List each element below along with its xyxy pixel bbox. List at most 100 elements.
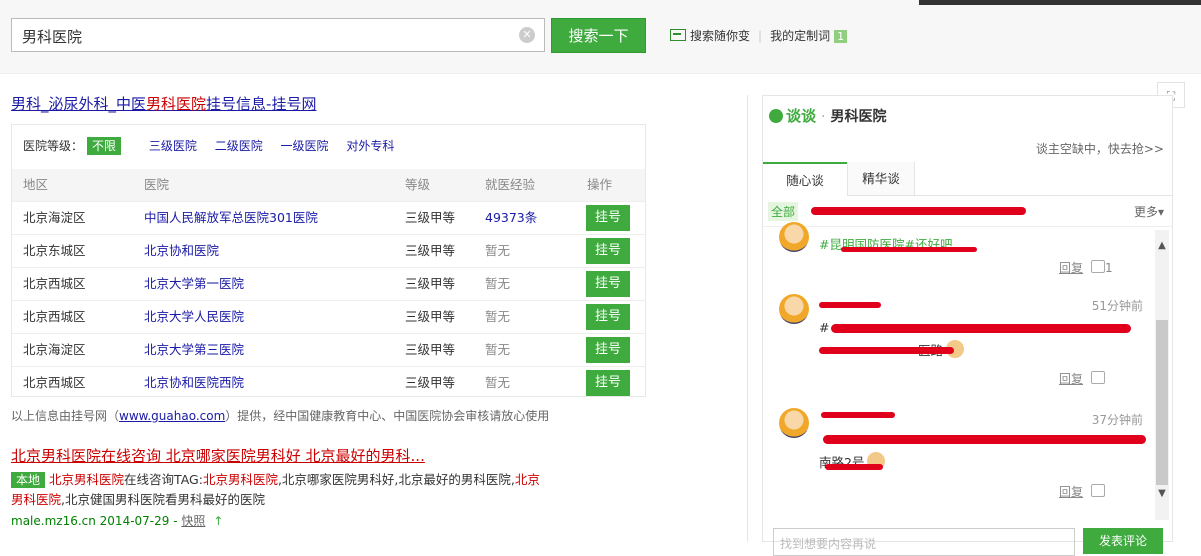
- col-area: 地区: [23, 177, 49, 192]
- post-actions: 回复: [1059, 370, 1106, 387]
- redaction-mark: [831, 324, 1131, 333]
- register-button[interactable]: 挂号: [586, 271, 630, 297]
- reply-link[interactable]: 回复: [1059, 485, 1083, 499]
- post-actions: 回复: [1059, 483, 1106, 500]
- comment-input[interactable]: 找到想要内容再说: [773, 528, 1075, 556]
- tab-casual[interactable]: 随心谈: [763, 162, 847, 196]
- more-dropdown[interactable]: 更多▾: [1134, 203, 1164, 220]
- register-button[interactable]: 挂号: [586, 238, 630, 264]
- panel-tabs: 随心谈 精华谈: [763, 162, 1172, 196]
- snippet-text: ,北京哪家医院男科好,北京最好的男科医院,: [277, 472, 515, 487]
- col-exp: 就医经验: [485, 177, 536, 192]
- panel-brand: 谈谈: [786, 107, 817, 125]
- row-area: 北京西城区: [23, 309, 86, 324]
- top-edge-bar: [919, 0, 1201, 5]
- register-button[interactable]: 挂号: [586, 370, 630, 396]
- panel-topic: 男科医院: [830, 109, 887, 125]
- avatar: [779, 408, 809, 438]
- row-hospital[interactable]: 北京大学人民医院: [144, 301, 244, 333]
- row-grade: 三级甲等: [405, 210, 456, 225]
- row-hospital[interactable]: 北京大学第一医院: [144, 268, 244, 300]
- col-op: 操作: [587, 177, 613, 192]
- result2-meta: male.mz16.cn 2014-07-29 - 快照 ↑: [11, 512, 223, 529]
- redaction-mark: [819, 347, 954, 354]
- host-link[interactable]: 谈主空缺中，快去抢>>: [1036, 140, 1164, 157]
- level-special[interactable]: 对外专科: [346, 139, 394, 153]
- reply-link[interactable]: 回复: [1059, 261, 1083, 275]
- note-pre: 以上信息由挂号网（: [11, 409, 120, 423]
- row-area: 北京西城区: [23, 375, 86, 390]
- level-all[interactable]: 不限: [87, 137, 122, 155]
- level-filter: 医院等级： 不限 三级医院 二级医院 一级医院 对外专科: [23, 137, 408, 155]
- row-hospital[interactable]: 中国人民解放军总医院301医院: [144, 202, 318, 234]
- row-hospital[interactable]: 北京大学第三医院: [144, 334, 244, 366]
- snippet-hl: 北京男科医院: [202, 472, 278, 487]
- result1-title-post: 挂号信息-挂号网: [206, 95, 317, 113]
- row-grade: 三级甲等: [405, 342, 456, 357]
- scrollbar[interactable]: ▲ ▼: [1155, 230, 1169, 520]
- post-comment-button[interactable]: 发表评论: [1083, 528, 1163, 554]
- row-exp[interactable]: 49373条: [485, 202, 537, 234]
- scroll-up-icon[interactable]: ▲: [1155, 240, 1169, 254]
- filter-all[interactable]: 全部: [768, 202, 799, 221]
- post-item: 37分钟前 南路2号 回复: [763, 408, 1153, 508]
- level-2[interactable]: 二级医院: [215, 139, 263, 153]
- kw-link[interactable]: 搜索随你变: [690, 29, 750, 43]
- guahao-link[interactable]: www.guahao.com: [119, 409, 225, 423]
- thumbs-up-icon[interactable]: [1091, 260, 1106, 273]
- top-links: 搜索随你变 | 我的定制词 1: [670, 27, 848, 44]
- result2-title[interactable]: 北京男科医院在线咨询 北京哪家医院男科好 北京最好的男科...: [11, 445, 425, 466]
- result1-title-hl: 男科医院: [146, 95, 207, 113]
- row-hospital[interactable]: 北京协和医院西院: [144, 367, 244, 399]
- register-button[interactable]: 挂号: [586, 205, 630, 231]
- table-row: 北京海淀区 北京大学第三医院 三级甲等 暂无 挂号: [12, 333, 645, 367]
- up-arrow-icon[interactable]: ↑: [213, 514, 223, 528]
- table-row: 北京西城区 北京大学第一医院 三级甲等 暂无 挂号: [12, 267, 645, 301]
- row-area: 北京西城区: [23, 276, 86, 291]
- post-item: #昆明国防医院#还好吧 回复 1: [763, 222, 1153, 279]
- reply-link[interactable]: 回复: [1059, 372, 1083, 386]
- scroll-thumb[interactable]: [1156, 320, 1168, 485]
- result2-snippet: 本地 北京男科医院在线咨询TAG:北京男科医院,北京哪家医院男科好,北京最好的男科…: [11, 470, 551, 510]
- avatar: [779, 222, 809, 252]
- search-box[interactable]: ✕: [11, 18, 545, 52]
- filter-row: 全部 更多▾: [763, 196, 1172, 227]
- search-button[interactable]: 搜索一下: [551, 18, 646, 53]
- snapshot-link[interactable]: 快照: [181, 514, 205, 528]
- row-grade: 三级甲等: [405, 276, 456, 291]
- post-time: 51分钟前: [1091, 299, 1143, 313]
- snippet-hl: 北京男科医院: [49, 472, 125, 487]
- table-row: 北京西城区 北京大学人民医院 三级甲等 暂无 挂号: [12, 300, 645, 334]
- table-row: 北京海淀区 中国人民解放军总医院301医院 三级甲等 49373条 挂号: [12, 201, 645, 235]
- table-row: 北京东城区 北京协和医院 三级甲等 暂无 挂号: [12, 234, 645, 268]
- level-label: 医院等级：: [23, 139, 84, 153]
- register-button[interactable]: 挂号: [586, 337, 630, 363]
- tab-featured[interactable]: 精华谈: [847, 162, 915, 195]
- level-1[interactable]: 一级医院: [281, 139, 329, 153]
- talk-panel: 谈谈 · 男科医院 谈主空缺中，快去抢>> 随心谈 精华谈 全部 更多▾ #昆明国防…: [762, 95, 1173, 556]
- panel-dot: ·: [821, 109, 826, 125]
- level-3[interactable]: 三级医院: [149, 139, 197, 153]
- row-area: 北京海淀区: [23, 210, 86, 225]
- result1-title-pre: 男科_泌尿外科_中医: [11, 95, 147, 113]
- col-grade: 等级: [405, 177, 431, 192]
- snippet-text: 在线咨询TAG:: [124, 472, 203, 487]
- redaction-mark: [821, 412, 895, 418]
- custom-words-link[interactable]: 我的定制词: [770, 29, 830, 43]
- scroll-down-icon[interactable]: ▼: [1155, 488, 1169, 502]
- row-hospital[interactable]: 北京协和医院: [144, 235, 219, 267]
- thumbs-up-icon[interactable]: [1091, 484, 1106, 497]
- thumbs-up-icon[interactable]: [1091, 371, 1106, 384]
- talk-icon: [769, 109, 783, 123]
- result1-title[interactable]: 男科_泌尿外科_中医男科医院挂号信息-挂号网: [11, 93, 316, 114]
- table-row: 北京西城区 北京协和医院西院 三级甲等 暂无 挂号: [12, 366, 645, 400]
- avatar: [779, 294, 809, 324]
- register-button[interactable]: 挂号: [586, 304, 630, 330]
- search-input[interactable]: [20, 25, 514, 47]
- table-header: 地区 医院 等级 就医经验 操作: [12, 169, 645, 201]
- redaction-mark: [825, 464, 883, 470]
- hospital-table: 医院等级： 不限 三级医院 二级医院 一级医院 对外专科 地区 医院 等级 就医经…: [11, 124, 646, 397]
- clear-icon[interactable]: ✕: [519, 27, 535, 43]
- separator: |: [758, 29, 763, 43]
- row-exp: 暂无: [485, 375, 511, 390]
